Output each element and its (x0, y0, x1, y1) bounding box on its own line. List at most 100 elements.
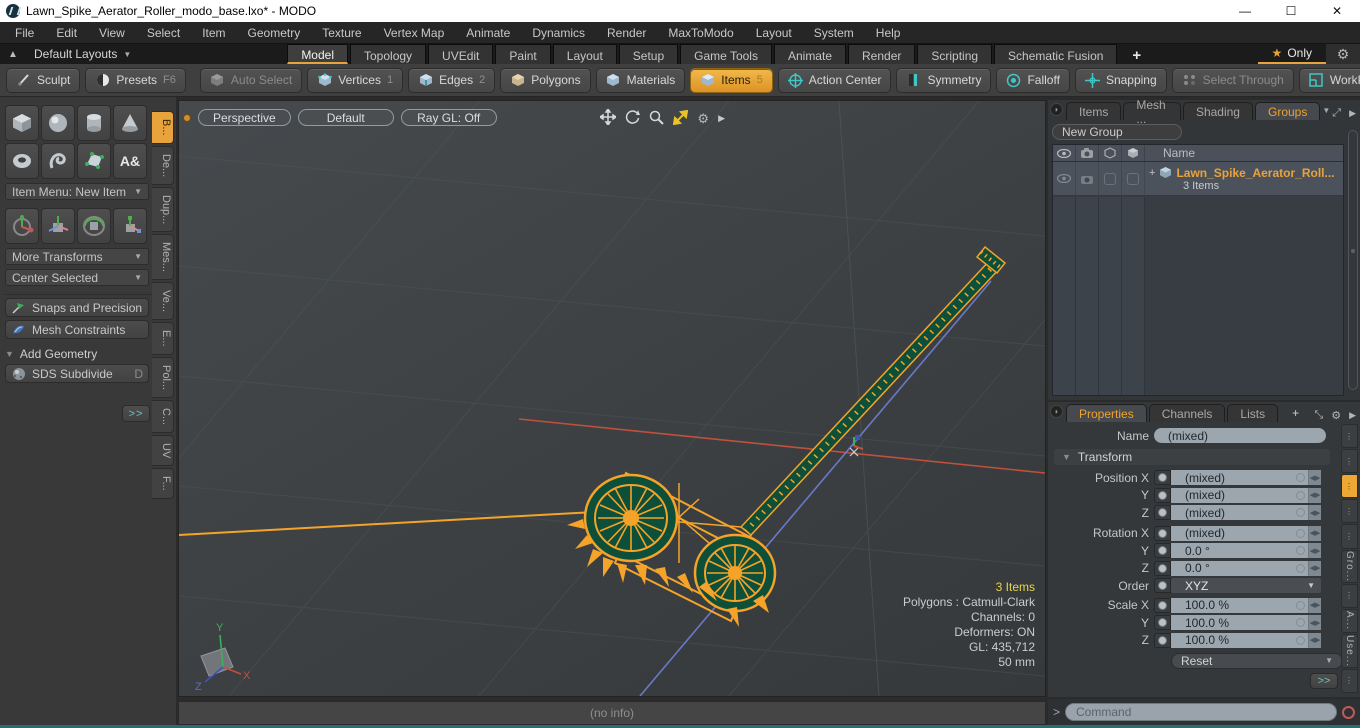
close-icon[interactable]: ✕ (1314, 0, 1360, 22)
panel-arrow-icon[interactable]: ▶ (1349, 108, 1356, 119)
rotation-y-channel-toggle[interactable] (1154, 543, 1171, 558)
add-layout-tab-button[interactable]: + (1119, 44, 1154, 64)
menu-animate[interactable]: Animate (455, 26, 521, 40)
menu-view[interactable]: View (88, 26, 136, 40)
mesh-column-cube-icon[interactable] (1122, 145, 1145, 161)
envelope-icon[interactable] (1296, 473, 1305, 482)
default-layouts-dropdown[interactable]: Default Layouts ▼ (26, 44, 139, 64)
envelope-icon[interactable] (1296, 618, 1305, 627)
sds-subdivide-button[interactable]: SDS Subdivide D (5, 364, 149, 383)
side-tab-groups[interactable]: Gro... (1341, 549, 1358, 583)
tab-lists[interactable]: Lists (1227, 404, 1279, 422)
add-geometry-section[interactable]: ▼ Add Geometry (5, 347, 153, 361)
panel-gear-icon[interactable]: ⚙ (1331, 409, 1341, 422)
layout-tab-uvedit[interactable]: UVEdit (428, 44, 494, 64)
scale-z-field[interactable]: 100.0 % ◀▶ (1171, 632, 1321, 648)
expand-panel-icon[interactable]: ⤡ (1314, 409, 1323, 422)
maximize-icon[interactable]: ☐ (1268, 0, 1314, 22)
snaps-and-precision-button[interactable]: Snaps and Precision (5, 298, 149, 317)
mini-slider-icon[interactable]: ◀▶ (1308, 505, 1321, 520)
maximize-viewport-icon[interactable] (673, 109, 689, 128)
scale-z-channel-toggle[interactable] (1154, 632, 1171, 648)
visibility-column-eye-icon[interactable] (1053, 145, 1076, 161)
polygons-mode-button[interactable]: Polygons (500, 67, 591, 93)
viewport-menu-arrow-icon[interactable]: ▶ (718, 113, 725, 124)
favorites-only-button[interactable]: ★ Only (1257, 44, 1326, 64)
gear-icon[interactable]: ⚙ (1326, 44, 1360, 64)
auto-select-button[interactable]: Auto Select (199, 67, 303, 93)
menu-select[interactable]: Select (136, 26, 191, 40)
position-z-field[interactable]: (mixed) ◀▶ (1171, 505, 1321, 520)
zoom-icon[interactable] (649, 110, 665, 128)
items-mode-button[interactable]: Items 5 (690, 67, 773, 93)
snapping-button[interactable]: Snapping (1074, 67, 1167, 93)
sidebar-expand-button[interactable]: >> (122, 405, 150, 422)
cube-primitive-button[interactable] (5, 105, 39, 141)
layout-tab-scripting[interactable]: Scripting (917, 44, 993, 64)
layout-tab-setup[interactable]: Setup (618, 44, 679, 64)
projection-dropdown[interactable]: Perspective (198, 109, 291, 126)
row-checkbox-1[interactable] (1099, 162, 1122, 195)
row-camera-icon[interactable] (1076, 162, 1099, 195)
side-tab-handle[interactable]: ⋮ (1341, 449, 1358, 474)
vtab-edge[interactable]: E... (152, 322, 174, 355)
item-menu-dropdown[interactable]: Item Menu: New Item ▼ (5, 183, 149, 200)
transform-move-button[interactable] (5, 208, 39, 244)
side-tab-handle[interactable]: ⋮ (1341, 668, 1358, 694)
tab-mesh[interactable]: Mesh ... (1123, 98, 1181, 126)
layout-tab-model[interactable]: Model (287, 44, 348, 64)
mini-slider-icon[interactable]: ◀▶ (1308, 597, 1321, 613)
expand-item-plus[interactable]: + (1149, 167, 1155, 179)
tab-groups[interactable]: Groups (1254, 102, 1321, 120)
layout-tab-render[interactable]: Render (848, 44, 916, 64)
tab-overflow-icon[interactable]: ▼ (1322, 106, 1330, 115)
center-selected-dropdown[interactable]: Center Selected ▼ (5, 269, 149, 286)
rotation-x-channel-toggle[interactable] (1154, 525, 1171, 541)
viewport-settings-gear-icon[interactable]: ⚙ (697, 111, 709, 127)
mesh-constraints-button[interactable]: Mesh Constraints (5, 320, 149, 339)
envelope-icon[interactable] (1296, 546, 1305, 555)
mini-slider-icon[interactable]: ◀▶ (1308, 525, 1321, 541)
tab-properties[interactable]: Properties (1066, 404, 1147, 422)
sphere-primitive-button[interactable] (41, 105, 75, 141)
side-tab-handle-active[interactable]: ⋮ (1341, 474, 1358, 499)
text-tool-button[interactable]: A& (113, 143, 147, 179)
group-item-name[interactable]: Lawn_Spike_Aerator_Roll... (1176, 166, 1334, 180)
collapse-toolbar-icon[interactable]: ▲ (0, 44, 26, 64)
vtab-uv[interactable]: UV (152, 434, 174, 467)
transform-scale-button[interactable] (113, 208, 147, 244)
position-y-channel-toggle[interactable] (1154, 487, 1171, 503)
group-row[interactable]: + Lawn_Spike_Aerator_Roll... 3 Items (1053, 162, 1343, 196)
pan-icon[interactable] (599, 107, 618, 128)
envelope-icon[interactable] (1296, 508, 1305, 517)
cylinder-primitive-button[interactable] (77, 105, 111, 141)
position-x-field[interactable]: (mixed) ◀▶ (1171, 470, 1321, 485)
mini-slider-icon[interactable]: ◀▶ (1308, 487, 1321, 503)
materials-mode-button[interactable]: Materials (595, 67, 686, 93)
row-checkbox-2[interactable] (1122, 162, 1145, 195)
pen-tool-button[interactable] (77, 143, 111, 179)
3d-viewport[interactable]: Y X Z Perspective Default Ray GL: Off ⚙ … (178, 100, 1046, 697)
layout-tab-schematic-fusion[interactable]: Schematic Fusion (994, 44, 1118, 64)
mini-slider-icon[interactable]: ◀▶ (1308, 470, 1321, 485)
menu-dynamics[interactable]: Dynamics (521, 26, 596, 40)
vtab-duplicate[interactable]: Dup... (152, 186, 174, 233)
vtab-mesh[interactable]: Mes... (152, 234, 174, 281)
expand-panel-icon[interactable]: ⤢ (1332, 107, 1341, 120)
vtab-basic[interactable]: B... (152, 111, 174, 144)
panel-menu-icon[interactable]: ◗ (1050, 405, 1063, 418)
menu-item[interactable]: Item (191, 26, 236, 40)
tab-channels[interactable]: Channels (1148, 404, 1226, 422)
menu-file[interactable]: File (4, 26, 45, 40)
order-dropdown[interactable]: XYZ ▼ (1171, 578, 1321, 593)
envelope-icon[interactable] (1296, 490, 1305, 500)
row-eye-icon[interactable] (1053, 162, 1076, 195)
menu-vertex-map[interactable]: Vertex Map (373, 26, 456, 40)
side-tab-assembly[interactable]: A... (1341, 608, 1358, 633)
spiral-tool-button[interactable] (41, 143, 75, 179)
raygl-dropdown[interactable]: Ray GL: Off (400, 109, 497, 126)
menu-geometry[interactable]: Geometry (237, 26, 312, 40)
add-tab-button[interactable]: + (1280, 404, 1311, 422)
render-column-camera-icon[interactable] (1076, 145, 1099, 161)
tab-shading[interactable]: Shading (1182, 102, 1253, 120)
